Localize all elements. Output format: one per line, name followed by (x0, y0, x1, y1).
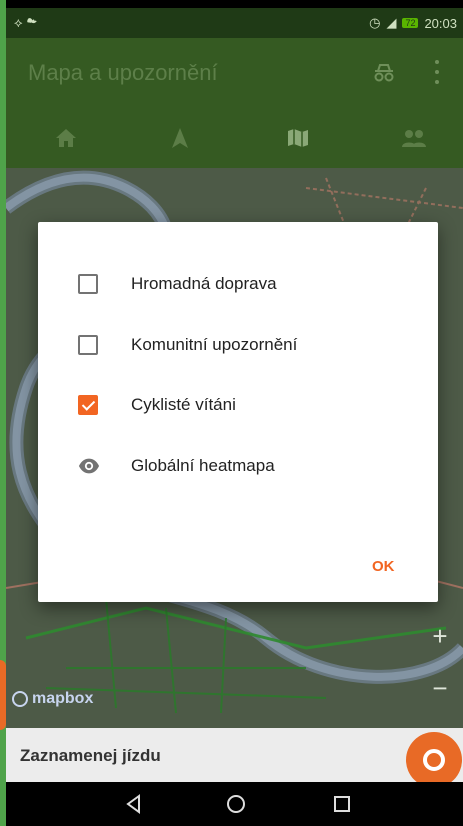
overflow-menu-icon[interactable] (434, 60, 440, 84)
mapbox-attribution[interactable]: mapbox (12, 690, 93, 708)
recents-icon[interactable] (330, 792, 354, 816)
community-icon (402, 130, 426, 147)
record-ride-label: Zaznamenej jízdu (20, 746, 161, 765)
app-title: Mapa a upozornění (28, 60, 218, 85)
status-left-icons: ⟡☁ (14, 15, 41, 31)
zoom-out-button[interactable]: − (416, 666, 463, 710)
app-bar: Mapa a upozornění (6, 38, 463, 168)
tab-route[interactable] (160, 120, 200, 156)
route-icon (172, 128, 188, 148)
map-icon (288, 129, 308, 147)
cloud-icon: ☁ (26, 15, 41, 30)
eye-icon[interactable] (78, 455, 100, 477)
ok-button[interactable]: OK (364, 554, 403, 579)
tab-home[interactable] (46, 120, 86, 156)
home-icon (56, 129, 76, 147)
community-alerts-checkbox[interactable] (78, 335, 98, 355)
navigation-bar (6, 782, 463, 826)
option-label: Globální heatmapa (131, 456, 275, 475)
public-transport-checkbox[interactable] (78, 274, 98, 294)
tab-community[interactable] (394, 120, 434, 156)
signal-icon: ◢ (386, 15, 397, 30)
cyclists-welcome-checkbox[interactable] (78, 395, 98, 415)
incognito-icon[interactable] (372, 62, 396, 84)
option-label: Hromadná doprava (131, 274, 277, 293)
record-button[interactable] (406, 732, 462, 788)
option-cyclists-welcome[interactable]: Cyklisté vítáni (78, 390, 418, 420)
tab-bar (6, 108, 463, 168)
option-label: Komunitní upozornění (131, 335, 298, 354)
home-nav-icon[interactable] (224, 792, 248, 816)
bottom-bar[interactable]: Zaznamenej jízdu (6, 728, 463, 782)
app-screen: ⟡☁ ◷ ◢ 72 20:03 Mapa a upozornění + − ma… (0, 0, 463, 826)
layers-dialog: Hromadná doprava Komunitní upozornění Cy… (38, 222, 438, 602)
tab-map[interactable] (278, 120, 318, 156)
alarm-icon: ◷ (369, 15, 381, 30)
usb-icon: ⟡ (14, 15, 27, 30)
battery-icon: 72 (402, 18, 419, 28)
option-public-transport[interactable]: Hromadná doprava (78, 269, 418, 299)
option-global-heatmap[interactable]: Globální heatmapa (78, 451, 418, 481)
option-label: Cyklisté vítáni (131, 395, 236, 414)
back-icon[interactable] (122, 792, 146, 816)
zoom-in-button[interactable]: + (416, 614, 463, 658)
status-bar: ⟡☁ ◷ ◢ 72 20:03 (6, 8, 463, 38)
option-community-alerts[interactable]: Komunitní upozornění (78, 330, 418, 360)
mapbox-logo-icon (12, 691, 28, 707)
mapbox-label: mapbox (32, 690, 94, 707)
status-time: 20:03 (424, 15, 457, 31)
status-right: ◷ ◢ 72 20:03 (369, 15, 457, 31)
